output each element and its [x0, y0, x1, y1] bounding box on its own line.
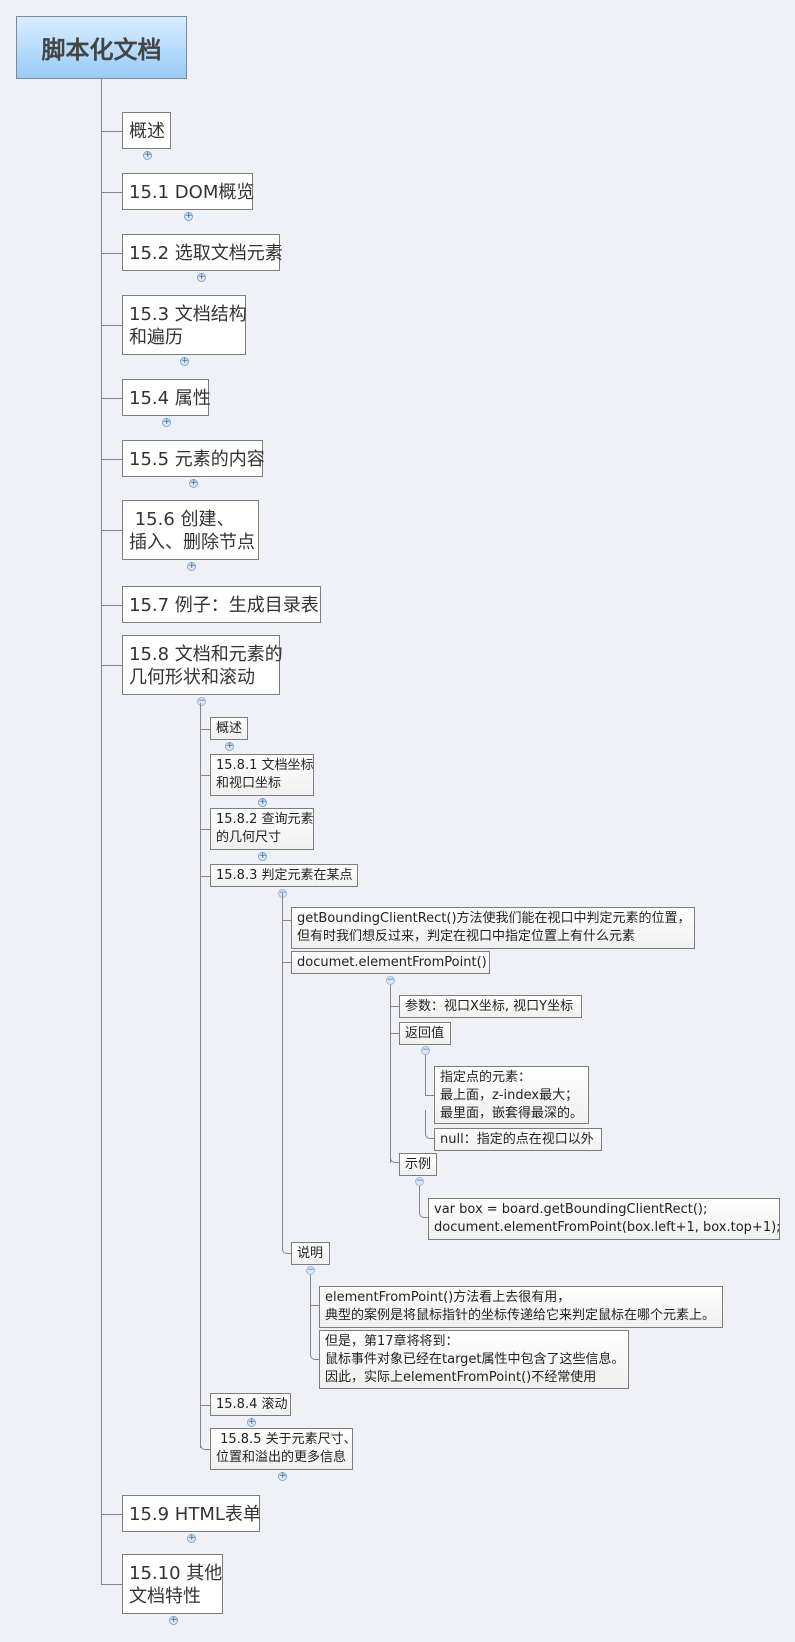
intro-text: getBoundingClientRect()方法使我们能在视口中判定元素的位置… — [297, 911, 691, 944]
note-1-node[interactable]: elementFromPoint()方法看上去很有用， 典型的案例是将鼠标指针的… — [319, 1286, 723, 1328]
topic-6[interactable]: 15.6 创建、 插入、删除节点 — [122, 500, 259, 560]
connector — [101, 1584, 122, 1585]
branch-line-returns — [425, 1055, 426, 1095]
trunk-line — [101, 79, 102, 1585]
topic-label: 15.8 文档和元素的 几何形状和滚动 — [129, 644, 283, 688]
topic-4[interactable]: 15.4 属性 — [122, 379, 211, 416]
subtopic-label: 15.8.1 文档坐标 和视口坐标 — [216, 758, 314, 791]
connector — [101, 1514, 122, 1515]
topic-5[interactable]: 15.5 元素的内容 — [122, 440, 265, 477]
subtopic-5[interactable]: 15.8.5 关于元素尺寸、 位置和溢出的更多信息 — [210, 1428, 357, 1470]
collapse-icon[interactable]: − — [306, 1266, 315, 1275]
expand-icon[interactable]: + — [187, 1534, 196, 1543]
topic-8[interactable]: 15.8 文档和元素的 几何形状和滚动 — [122, 635, 283, 695]
subtopic-label: 15.8.3 判定元素在某点 — [216, 868, 353, 883]
subtopic-label: 15.8.5 关于元素尺寸、 位置和溢出的更多信息 — [216, 1432, 357, 1465]
subtopic-label: 15.8.4 滚动 — [216, 1397, 288, 1412]
topic-label: 15.6 创建、 插入、删除节点 — [129, 509, 255, 553]
topic-10[interactable]: 15.10 其他 文档特性 — [122, 1554, 223, 1614]
topic-label: 15.5 元素的内容 — [129, 449, 265, 470]
expand-icon[interactable]: + — [169, 1616, 178, 1625]
connector — [101, 665, 122, 666]
connector — [101, 605, 122, 606]
subtopic-2[interactable]: 15.8.2 查询元素 的几何尺寸 — [210, 808, 314, 850]
connector — [101, 325, 122, 326]
params-text: 参数：视口X坐标, 视口Y坐标 — [405, 999, 574, 1014]
branch-line-15-8 — [200, 703, 201, 1448]
expand-icon[interactable]: + — [278, 1472, 287, 1481]
return-element-text: 指定点的元素： 最上面，z-index最大； 最里面，嵌套得最深的。 — [440, 1070, 584, 1121]
params-node[interactable]: 参数：视口X坐标, 视口Y坐标 — [399, 995, 582, 1018]
connector — [101, 530, 122, 531]
note-2-text: 但是，第17章将将到： 鼠标事件对象已经在target属性中包含了这些信息。 因… — [325, 1334, 625, 1385]
topic-label: 15.1 DOM概览 — [129, 182, 255, 203]
root-topic[interactable]: 脚本化文档 — [16, 16, 187, 79]
return-element-node[interactable]: 指定点的元素： 最上面，z-index最大； 最里面，嵌套得最深的。 — [434, 1066, 589, 1124]
subtopic-0[interactable]: 概述 — [210, 717, 248, 740]
example-text: 示例 — [405, 1157, 432, 1172]
branch-line-15-8-3 — [282, 893, 283, 1248]
expand-icon[interactable]: + — [189, 479, 198, 488]
topic-label: 15.7 例子：生成目录表 — [129, 595, 319, 616]
topic-label: 15.10 其他 文档特性 — [129, 1563, 223, 1607]
expand-icon[interactable]: + — [258, 852, 267, 861]
root-label: 脚本化文档 — [41, 36, 162, 64]
topic-1[interactable]: 15.1 DOM概览 — [122, 173, 255, 210]
return-null-text: null：指定的点在视口以外 — [440, 1132, 594, 1147]
collapse-icon[interactable]: − — [386, 976, 395, 985]
collapse-icon[interactable]: − — [421, 1046, 430, 1055]
subtopic-label: 15.8.2 查询元素 的几何尺寸 — [216, 812, 314, 845]
expand-icon[interactable]: + — [162, 418, 171, 427]
expand-icon[interactable]: + — [187, 562, 196, 571]
intro-node[interactable]: getBoundingClientRect()方法使我们能在视口中判定元素的位置… — [291, 907, 695, 949]
connector — [101, 398, 122, 399]
method-node[interactable]: documet.elementFromPoint() — [291, 951, 490, 974]
topic-0[interactable]: 概述 — [122, 112, 171, 149]
returns-node[interactable]: 返回值 — [399, 1022, 451, 1045]
method-text: documet.elementFromPoint() — [297, 955, 487, 970]
subtopic-4[interactable]: 15.8.4 滚动 — [210, 1393, 291, 1416]
collapse-icon[interactable]: − — [197, 697, 206, 706]
note-1-text: elementFromPoint()方法看上去很有用， 典型的案例是将鼠标指针的… — [325, 1290, 716, 1323]
expand-icon[interactable]: + — [180, 357, 189, 366]
expand-icon[interactable]: + — [225, 742, 234, 751]
topic-label: 15.4 属性 — [129, 388, 211, 409]
return-null-node[interactable]: null：指定的点在视口以外 — [434, 1128, 602, 1151]
topic-label: 概述 — [129, 121, 165, 142]
topic-7[interactable]: 15.7 例子：生成目录表 — [122, 586, 321, 623]
connector — [101, 131, 122, 132]
note-2-node[interactable]: 但是，第17章将将到： 鼠标事件对象已经在target属性中包含了这些信息。 因… — [319, 1330, 629, 1389]
subtopic-label: 概述 — [216, 721, 243, 736]
connector — [101, 459, 122, 460]
topic-2[interactable]: 15.2 选取文档元素 — [122, 234, 283, 271]
expand-icon[interactable]: + — [247, 1418, 256, 1427]
topic-label: 15.3 文档结构 和遍历 — [129, 304, 247, 348]
topic-3[interactable]: 15.3 文档结构 和遍历 — [122, 295, 247, 355]
branch-line-method — [390, 985, 391, 1163]
expand-icon[interactable]: + — [143, 151, 152, 160]
example-code-text: var box = board.getBoundingClientRect();… — [434, 1202, 781, 1235]
example-code-node[interactable]: var box = board.getBoundingClientRect();… — [428, 1198, 781, 1240]
connector — [101, 253, 122, 254]
expand-icon[interactable]: + — [258, 798, 267, 807]
topic-label: 15.9 HTML表单 — [129, 1504, 261, 1525]
returns-text: 返回值 — [405, 1026, 445, 1041]
connector — [101, 192, 122, 193]
subtopic-1[interactable]: 15.8.1 文档坐标 和视口坐标 — [210, 754, 314, 796]
collapse-icon[interactable]: − — [415, 1177, 424, 1186]
topic-label: 15.2 选取文档元素 — [129, 243, 283, 264]
notes-node[interactable]: 说明 — [291, 1242, 330, 1265]
expand-icon[interactable]: + — [184, 212, 193, 221]
example-node[interactable]: 示例 — [399, 1153, 437, 1176]
subtopic-3[interactable]: 15.8.3 判定元素在某点 — [210, 864, 358, 887]
notes-text: 说明 — [297, 1246, 324, 1261]
expand-icon[interactable]: + — [197, 273, 206, 282]
topic-9[interactable]: 15.9 HTML表单 — [122, 1495, 261, 1532]
